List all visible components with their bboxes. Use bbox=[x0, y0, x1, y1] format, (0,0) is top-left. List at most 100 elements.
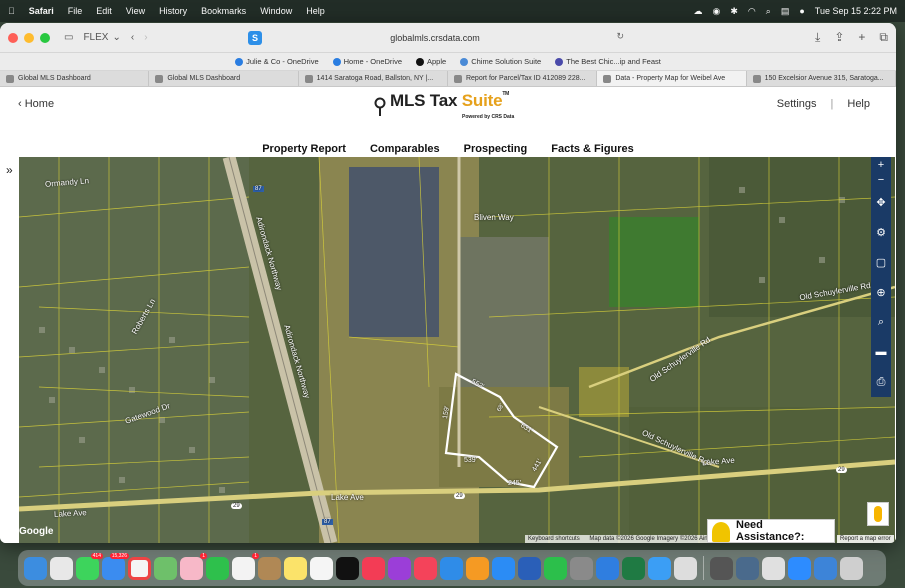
street-view-pegman-icon[interactable] bbox=[867, 502, 889, 526]
tab-global-mls-2[interactable]: Global MLS Dashboard bbox=[149, 71, 299, 86]
crosshair-icon[interactable]: ⊕ bbox=[871, 277, 891, 307]
need-assistance-button[interactable]: Need Assistance?: bbox=[707, 519, 835, 543]
contacts-icon[interactable] bbox=[258, 556, 281, 580]
nav-facts-figures[interactable]: Facts & Figures bbox=[551, 143, 634, 155]
messages-icon[interactable]: 414 bbox=[76, 552, 103, 580]
search-icon[interactable]: ⌕ bbox=[871, 307, 891, 337]
siri-icon[interactable]: ● bbox=[799, 6, 804, 16]
report-map-error-link[interactable]: Report a map error bbox=[837, 535, 894, 543]
menu-bookmarks[interactable]: Bookmarks bbox=[201, 6, 246, 16]
expand-panel-icon[interactable]: » bbox=[6, 163, 13, 177]
gear-icon[interactable]: ⚙ bbox=[871, 217, 891, 247]
word-icon[interactable] bbox=[518, 556, 541, 580]
fullscreen-window-button[interactable] bbox=[40, 32, 50, 43]
podcasts-icon[interactable] bbox=[388, 556, 411, 580]
reminders-icon[interactable]: 1 bbox=[232, 552, 259, 580]
menubar-clock[interactable]: Tue Sep 15 2:22 PM bbox=[815, 6, 897, 16]
tab-parcel-report[interactable]: Report for Parcel/Tax ID 412089 228... bbox=[448, 71, 598, 86]
url-text[interactable]: globalmls.crsdata.com bbox=[390, 33, 480, 43]
favorite-apple[interactable]: Apple bbox=[416, 57, 446, 66]
photos-icon[interactable]: 1 bbox=[180, 552, 207, 580]
printer-icon[interactable] bbox=[762, 556, 785, 580]
iphone-mirroring-icon[interactable] bbox=[674, 556, 697, 580]
draw-rectangle-icon[interactable]: ▢ bbox=[871, 247, 891, 277]
home-link[interactable]: ‹ Home bbox=[18, 98, 54, 110]
minimize-window-button[interactable] bbox=[24, 32, 34, 43]
reload-icon[interactable]: ↻ bbox=[616, 31, 624, 42]
mls-tax-suite-logo[interactable]: MLS Tax SuiteTM Powered by CRS Data bbox=[374, 91, 514, 120]
menu-file[interactable]: File bbox=[68, 6, 83, 16]
favorite-chime[interactable]: Chime Solution Suite bbox=[460, 57, 541, 66]
nav-prospecting[interactable]: Prospecting bbox=[464, 143, 528, 155]
nav-comparables[interactable]: Comparables bbox=[370, 143, 440, 155]
new-tab-icon[interactable]: + bbox=[858, 30, 865, 45]
cloud-icon[interactable]: ☁ bbox=[694, 6, 703, 17]
compass-icon[interactable]: ✥ bbox=[871, 187, 891, 217]
notes-icon[interactable] bbox=[284, 556, 307, 580]
menu-view[interactable]: View bbox=[126, 6, 145, 16]
parcel-dimension: 159' bbox=[441, 405, 452, 420]
satellite-map[interactable]: Ormandy Ln Adirondack Northway Adirondac… bbox=[19, 157, 895, 543]
tab-saratoga-road[interactable]: 1414 Saratoga Road, Ballston, NY |... bbox=[299, 71, 448, 86]
spotlight-icon[interactable]: ⌕ bbox=[766, 6, 771, 17]
excel-icon[interactable] bbox=[622, 556, 645, 580]
launchpad-icon[interactable] bbox=[50, 556, 73, 580]
apple-menu-icon[interactable]:  bbox=[8, 6, 15, 16]
maps-icon[interactable] bbox=[154, 556, 177, 580]
ruler-icon[interactable]: ▬ bbox=[871, 337, 891, 367]
nav-property-report[interactable]: Property Report bbox=[262, 143, 346, 155]
trash-icon[interactable] bbox=[840, 556, 863, 580]
zoom-out-icon[interactable]: − bbox=[871, 172, 891, 187]
pages-icon[interactable] bbox=[466, 556, 489, 580]
menu-window[interactable]: Window bbox=[260, 6, 292, 16]
chrome-icon[interactable] bbox=[128, 556, 151, 580]
menu-history[interactable]: History bbox=[159, 6, 187, 16]
sidebar-toggle-icon[interactable]: ▭ bbox=[64, 32, 73, 43]
menu-edit[interactable]: Edit bbox=[96, 6, 112, 16]
tab-overview-icon[interactable]: ⧉ bbox=[879, 30, 888, 45]
facetime-icon[interactable] bbox=[206, 556, 229, 580]
close-window-button[interactable] bbox=[8, 32, 18, 43]
help-link[interactable]: Help bbox=[847, 98, 870, 110]
zoom-icon[interactable] bbox=[788, 556, 811, 580]
recent-app-icon[interactable] bbox=[710, 556, 733, 580]
tab-excelsior-ave[interactable]: 150 Excelsior Avenue 315, Saratoga... bbox=[747, 71, 896, 86]
wifi-icon[interactable]: ◠ bbox=[748, 6, 756, 17]
profile-selector[interactable]: FLEX ⌄ bbox=[83, 32, 120, 43]
zoom-in-icon[interactable]: + bbox=[871, 157, 891, 172]
keyboard-shortcuts-link[interactable]: Keyboard shortcuts bbox=[528, 536, 580, 542]
music-icon[interactable] bbox=[362, 556, 385, 580]
system-settings-icon[interactable] bbox=[570, 556, 593, 580]
parcel-dimension: 68' bbox=[496, 403, 506, 413]
tab-global-mls-1[interactable]: Global MLS Dashboard bbox=[0, 71, 150, 86]
control-center-icon[interactable]: ▤ bbox=[781, 6, 790, 17]
status-icon[interactable]: ◉ bbox=[713, 6, 721, 17]
freeform-icon[interactable] bbox=[310, 556, 333, 580]
forward-button[interactable]: › bbox=[144, 32, 147, 43]
preview-window-icon[interactable] bbox=[736, 556, 759, 580]
favorite-julie-onedrive[interactable]: Julie & Co - OneDrive bbox=[235, 57, 319, 66]
favorite-best-chic[interactable]: The Best Chic...ip and Feast bbox=[555, 57, 661, 66]
share-icon[interactable]: ⇪ bbox=[834, 30, 844, 45]
favorite-home-onedrive[interactable]: Home - OneDrive bbox=[332, 57, 402, 66]
onedrive-icon[interactable] bbox=[596, 556, 619, 580]
bluetooth-icon[interactable]: ✱ bbox=[730, 6, 738, 17]
parcel-dimension: 552' bbox=[470, 378, 485, 391]
folder-icon[interactable] bbox=[814, 556, 837, 580]
finder-icon[interactable] bbox=[24, 556, 47, 580]
settings-link[interactable]: Settings bbox=[777, 98, 817, 110]
news-icon[interactable] bbox=[414, 556, 437, 580]
menu-help[interactable]: Help bbox=[306, 6, 325, 16]
app-store-icon[interactable] bbox=[492, 556, 515, 580]
keynote-icon[interactable] bbox=[440, 556, 463, 580]
numbers-icon[interactable] bbox=[544, 556, 567, 580]
apple-tv-icon[interactable] bbox=[336, 556, 359, 580]
tab-property-map[interactable]: Data - Property Map for Weibel Ave bbox=[597, 71, 747, 86]
safari-icon[interactable] bbox=[648, 556, 671, 580]
address-bar[interactable]: S globalmls.crsdata.com ↻ bbox=[240, 28, 630, 48]
print-icon[interactable]: ⎙ bbox=[871, 367, 891, 397]
menu-safari[interactable]: Safari bbox=[29, 6, 54, 16]
mail-icon[interactable]: 15,326 bbox=[102, 552, 129, 580]
downloads-icon[interactable]: ⤓ bbox=[815, 30, 820, 45]
back-button[interactable]: ‹ bbox=[131, 32, 134, 43]
